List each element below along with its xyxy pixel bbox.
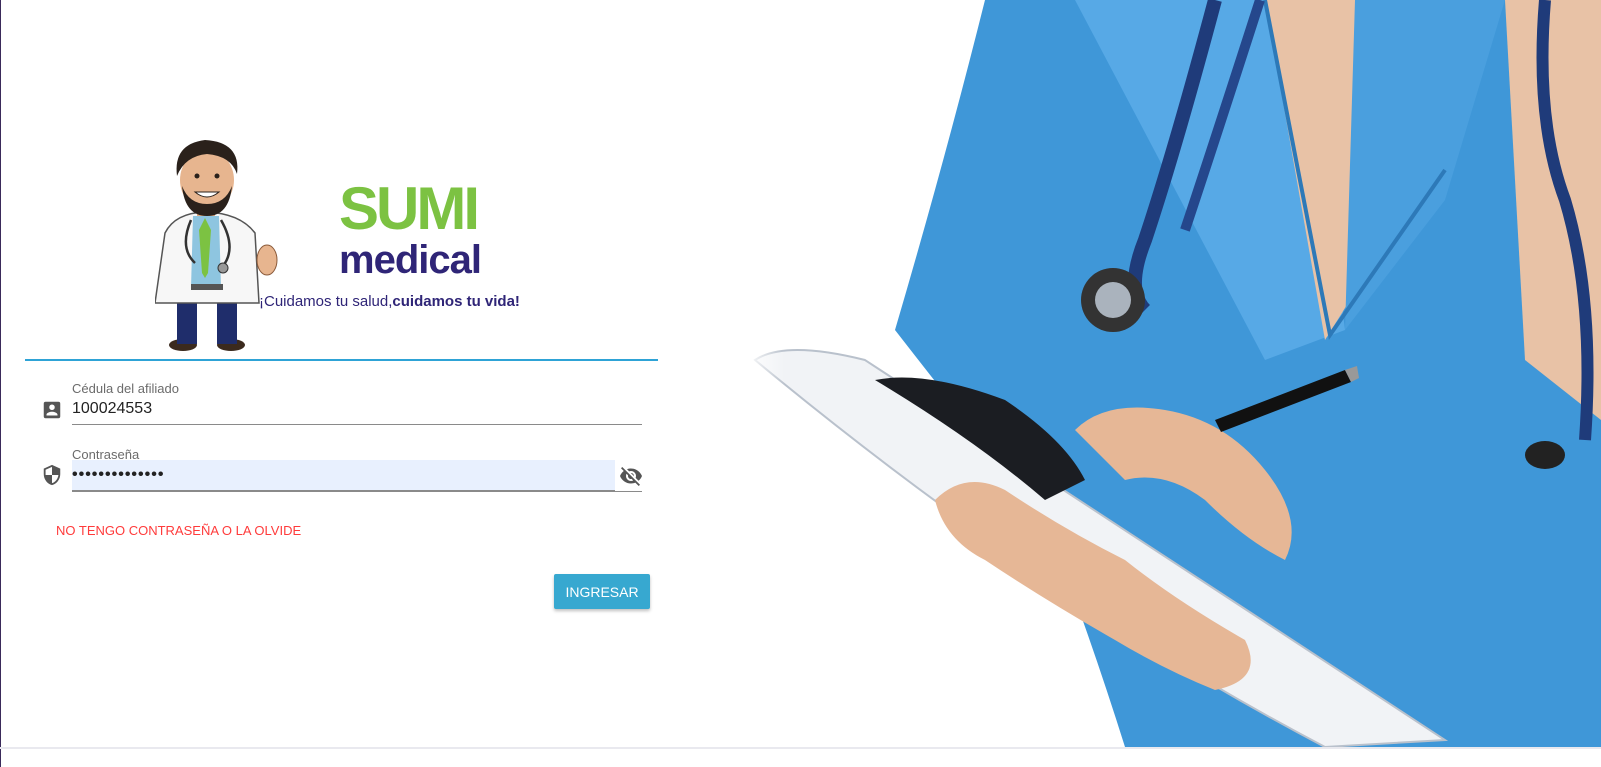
brand-name-medical: medical: [339, 238, 482, 282]
bottom-edge: [0, 747, 1601, 749]
password-field: Contraseña ••••••••••••••: [25, 446, 658, 496]
tagline-bold: cuidamos tu vida!: [392, 293, 520, 310]
id-number-field: Cédula del afiliado 100024553: [25, 380, 658, 430]
brand-tagline: ¡Cuidamos tu salud,cuidamos tu vida!: [259, 293, 520, 310]
brand-logo: SUMI medical ¡Cuidamos tu salud,cuidamos…: [154, 138, 575, 358]
login-panel: SUMI medical ¡Cuidamos tu salud,cuidamos…: [25, 0, 658, 747]
nurse-hero-image: [745, 0, 1601, 749]
tagline-regular: ¡Cuidamos tu salud,: [259, 293, 393, 310]
brand-wordmark: SUMI medical: [333, 176, 533, 286]
header-divider: [25, 359, 658, 361]
submit-button[interactable]: INGRESAR: [554, 574, 650, 609]
shield-icon: [41, 464, 63, 486]
id-number-input[interactable]: 100024553: [72, 394, 642, 425]
forgot-password-link[interactable]: NO TENGO CONTRASEÑA O LA OLVIDE: [56, 523, 301, 538]
password-underline: [72, 491, 642, 492]
brand-name-sumi: SUMI: [339, 175, 480, 242]
window-edge: [0, 0, 1, 767]
account-box-icon: [41, 399, 63, 421]
password-input[interactable]: ••••••••••••••: [72, 460, 615, 491]
visibility-off-icon[interactable]: [619, 464, 643, 488]
